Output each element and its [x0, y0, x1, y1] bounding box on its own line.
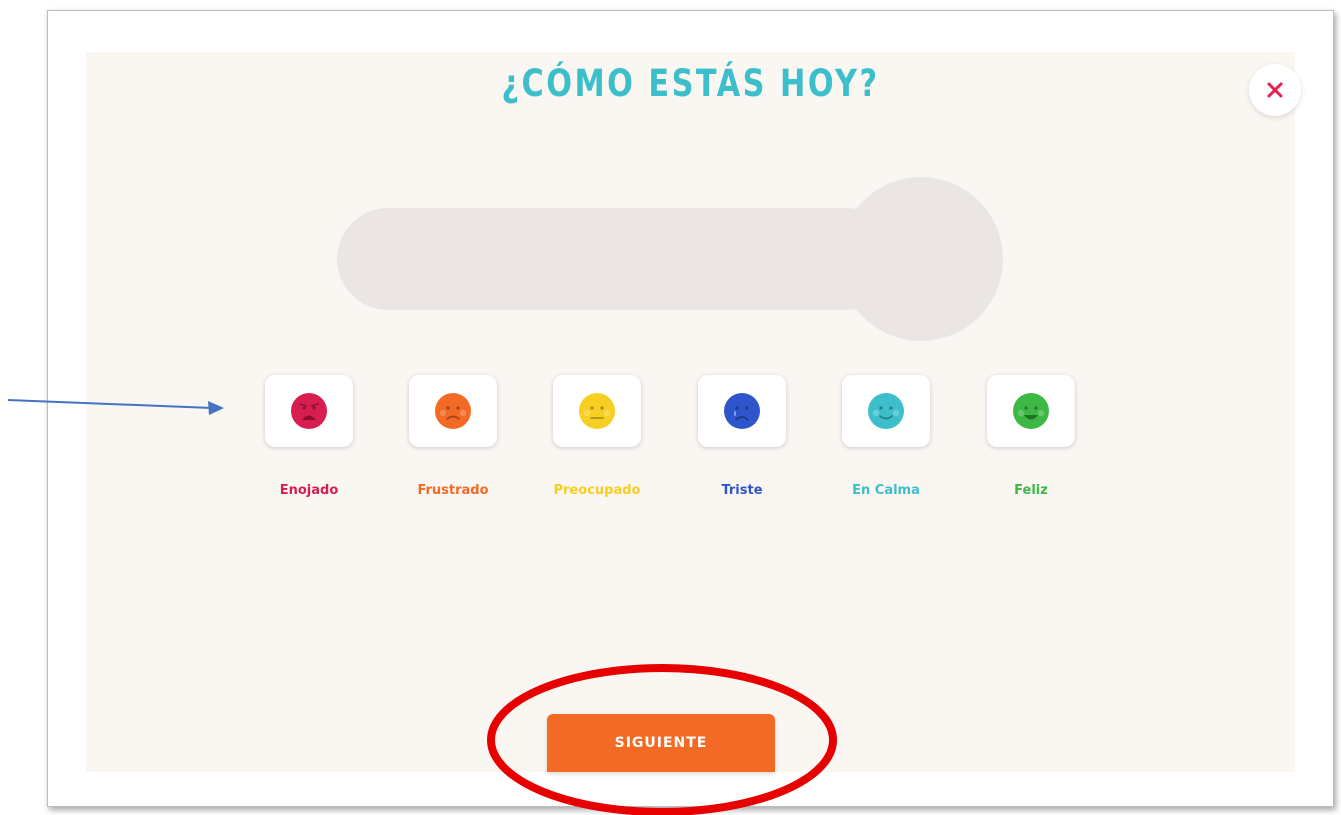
mood-option-preocupado[interactable]	[553, 375, 641, 447]
angry-face-icon	[291, 393, 327, 429]
mood-label-en-calma: En Calma	[852, 483, 920, 498]
happy-face-icon	[1013, 393, 1049, 429]
mood-slider-knob[interactable]	[839, 177, 1003, 341]
calm-face-icon	[868, 393, 904, 429]
page-title: ¿CÓMO ESTÁS HOY?	[501, 62, 880, 105]
mood-slider-track[interactable]	[337, 208, 897, 310]
mood-label-triste: Triste	[721, 483, 763, 498]
next-button[interactable]: SIGUIENTE	[547, 714, 775, 772]
frustrated-face-icon	[435, 393, 471, 429]
close-icon	[1267, 82, 1283, 98]
mood-option-enojado[interactable]	[265, 375, 353, 447]
mood-label-enojado: Enojado	[279, 483, 339, 498]
mood-option-en-calma[interactable]	[842, 375, 930, 447]
sad-face-icon	[724, 393, 760, 429]
mood-label-feliz: Feliz	[1014, 483, 1048, 498]
next-button-label: SIGUIENTE	[614, 735, 708, 751]
close-button[interactable]	[1249, 64, 1301, 116]
mood-option-triste[interactable]	[698, 375, 786, 447]
mood-option-feliz[interactable]	[987, 375, 1075, 447]
mood-option-frustrado[interactable]	[409, 375, 497, 447]
mood-label-frustrado: Frustrado	[417, 483, 489, 498]
worried-face-icon	[579, 393, 615, 429]
mood-label-preocupado: Preocupado	[553, 483, 641, 498]
